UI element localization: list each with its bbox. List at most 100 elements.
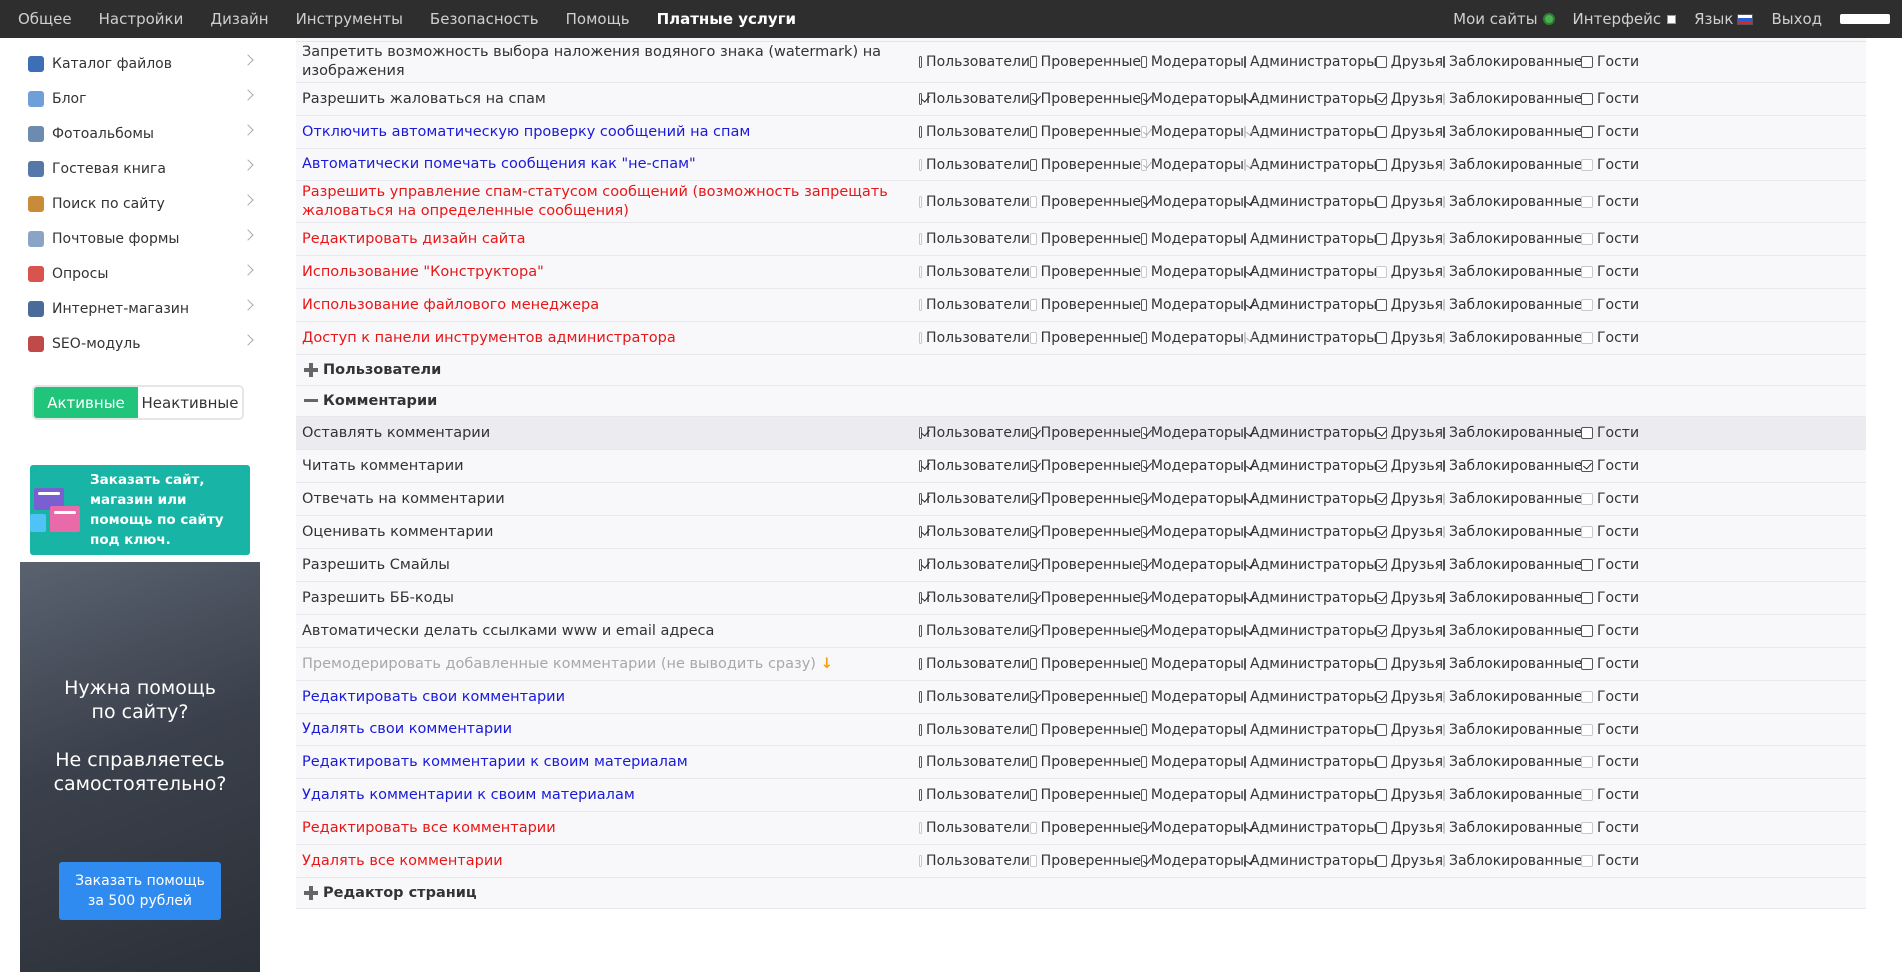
checked-box-icon[interactable]	[1244, 427, 1246, 439]
role-checkbox[interactable]: Проверенные	[1030, 754, 1141, 770]
unchecked-box-icon[interactable]	[1581, 56, 1593, 68]
role-checkbox[interactable]: Гости	[1581, 458, 1641, 474]
role-checkbox[interactable]: Друзья	[1376, 590, 1443, 606]
unchecked-box-icon[interactable]	[1376, 855, 1387, 867]
checked-box-icon[interactable]	[1141, 822, 1147, 834]
checked-box-icon[interactable]	[1030, 625, 1037, 637]
role-checkbox[interactable]: Проверенные	[1030, 491, 1141, 507]
order-site-banner[interactable]: Заказать сайт, магазин или помощь по сай…	[30, 465, 250, 555]
unchecked-box-icon[interactable]	[1141, 299, 1147, 311]
group-header[interactable]: Редактор страниц	[296, 878, 1866, 909]
sidebar-item-poll[interactable]: Опросы	[0, 256, 260, 291]
role-checkbox[interactable]: Пользователи	[919, 458, 1030, 474]
role-checkbox[interactable]: Друзья	[1376, 425, 1443, 441]
role-checkbox[interactable]: Друзья	[1376, 853, 1443, 869]
role-checkbox[interactable]: Заблокированные	[1443, 54, 1583, 70]
role-checkbox[interactable]: Администраторы	[1244, 557, 1377, 573]
checked-box-icon[interactable]	[1141, 592, 1147, 604]
role-checkbox[interactable]: Проверенные	[1030, 689, 1141, 705]
role-checkbox[interactable]: Заблокированные	[1443, 557, 1583, 573]
unchecked-box-icon[interactable]	[1581, 559, 1593, 571]
role-checkbox[interactable]: Пользователи	[919, 425, 1030, 441]
nav-general[interactable]: Общее	[18, 10, 72, 28]
unchecked-box-icon[interactable]	[1141, 56, 1147, 68]
checked-box-icon[interactable]	[1244, 266, 1246, 278]
unchecked-box-icon[interactable]	[1244, 233, 1246, 245]
checked-box-icon[interactable]	[1030, 691, 1037, 703]
role-checkbox[interactable]: Друзья	[1376, 787, 1443, 803]
role-checkbox[interactable]: Пользователи	[919, 54, 1030, 70]
checked-box-icon[interactable]	[1376, 625, 1387, 637]
role-checkbox[interactable]: Друзья	[1376, 623, 1443, 639]
checked-box-icon[interactable]	[919, 592, 923, 604]
checked-box-icon[interactable]	[1244, 592, 1246, 604]
checked-box-icon[interactable]	[1030, 93, 1037, 105]
checked-box-icon[interactable]	[1581, 460, 1593, 472]
role-checkbox[interactable]: Администраторы	[1244, 820, 1377, 836]
role-checkbox[interactable]: Администраторы	[1244, 722, 1377, 738]
checked-box-icon[interactable]	[1376, 592, 1387, 604]
unchecked-box-icon[interactable]	[1581, 126, 1593, 138]
unchecked-box-icon[interactable]	[1141, 658, 1147, 670]
unchecked-box-icon[interactable]	[1244, 723, 1246, 736]
role-checkbox[interactable]: Модераторы	[1141, 820, 1244, 836]
role-checkbox[interactable]: Друзья	[1376, 656, 1443, 672]
role-checkbox[interactable]: Администраторы	[1244, 623, 1377, 639]
unchecked-box-icon[interactable]	[1141, 233, 1147, 245]
unchecked-box-icon[interactable]	[1244, 789, 1246, 801]
role-checkbox[interactable]: Администраторы	[1244, 297, 1377, 313]
unchecked-box-icon[interactable]	[919, 625, 923, 637]
role-checkbox[interactable]: Администраторы	[1244, 689, 1377, 705]
role-checkbox[interactable]: Пользователи	[919, 623, 1030, 639]
sidebar-item-blog[interactable]: Блог	[0, 81, 260, 116]
role-checkbox[interactable]: Гости	[1581, 54, 1641, 70]
role-checkbox[interactable]: Заблокированные	[1443, 425, 1583, 441]
role-checkbox[interactable]: Проверенные	[1030, 157, 1141, 173]
checked-box-icon[interactable]	[1141, 493, 1147, 505]
role-checkbox[interactable]: Друзья	[1376, 820, 1443, 836]
checked-box-icon[interactable]	[1244, 460, 1246, 472]
role-checkbox[interactable]: Модераторы	[1141, 656, 1244, 672]
role-checkbox[interactable]: Администраторы	[1244, 590, 1377, 606]
role-checkbox[interactable]: Администраторы	[1244, 91, 1377, 107]
unchecked-box-icon[interactable]	[1376, 126, 1387, 138]
role-checkbox[interactable]: Модераторы	[1141, 231, 1244, 247]
unchecked-box-icon[interactable]	[1376, 789, 1387, 801]
checked-box-icon[interactable]	[1376, 493, 1387, 505]
role-checkbox[interactable]: Администраторы	[1244, 787, 1377, 803]
sidebar-item-search[interactable]: Поиск по сайту	[0, 186, 260, 221]
logout-link[interactable]: Выход	[1771, 10, 1822, 28]
unchecked-box-icon[interactable]	[1141, 691, 1147, 703]
role-checkbox[interactable]: Заблокированные	[1443, 623, 1583, 639]
role-checkbox[interactable]: Заблокированные	[1443, 458, 1583, 474]
unchecked-box-icon[interactable]	[1581, 93, 1593, 105]
nav-security[interactable]: Безопасность	[430, 10, 539, 28]
unchecked-box-icon[interactable]	[1030, 56, 1037, 68]
sidebar-item-file-catalog[interactable]: Каталог файлов	[0, 46, 260, 81]
toggle-active-button[interactable]: Активные	[34, 387, 138, 418]
role-checkbox[interactable]: Проверенные	[1030, 623, 1141, 639]
role-checkbox[interactable]: Администраторы	[1244, 524, 1377, 540]
role-checkbox[interactable]: Модераторы	[1141, 425, 1244, 441]
role-checkbox[interactable]: Администраторы	[1244, 491, 1377, 507]
sidebar-item-shop[interactable]: Интернет-магазин	[0, 291, 260, 326]
unchecked-box-icon[interactable]	[919, 658, 923, 670]
checked-box-icon[interactable]	[1141, 460, 1147, 472]
role-checkbox[interactable]: Модераторы	[1141, 623, 1244, 639]
unchecked-box-icon[interactable]	[1244, 56, 1246, 68]
unchecked-box-icon[interactable]	[1443, 56, 1445, 68]
checked-box-icon[interactable]	[1030, 427, 1037, 439]
role-checkbox[interactable]: Модераторы	[1141, 722, 1244, 738]
role-checkbox[interactable]: Проверенные	[1030, 124, 1141, 140]
order-help-button[interactable]: Заказать помощь за 500 рублей	[59, 862, 221, 920]
unchecked-box-icon[interactable]	[1443, 460, 1445, 472]
role-checkbox[interactable]: Модераторы	[1141, 91, 1244, 107]
checked-box-icon[interactable]	[1141, 526, 1147, 538]
role-checkbox[interactable]: Гости	[1581, 91, 1641, 107]
role-checkbox[interactable]: Гости	[1581, 557, 1641, 573]
role-checkbox[interactable]: Модераторы	[1141, 689, 1244, 705]
checked-box-icon[interactable]	[1141, 427, 1147, 439]
role-checkbox[interactable]: Модераторы	[1141, 787, 1244, 803]
checked-box-icon[interactable]	[1141, 195, 1147, 208]
language-link[interactable]: Язык	[1694, 10, 1754, 28]
